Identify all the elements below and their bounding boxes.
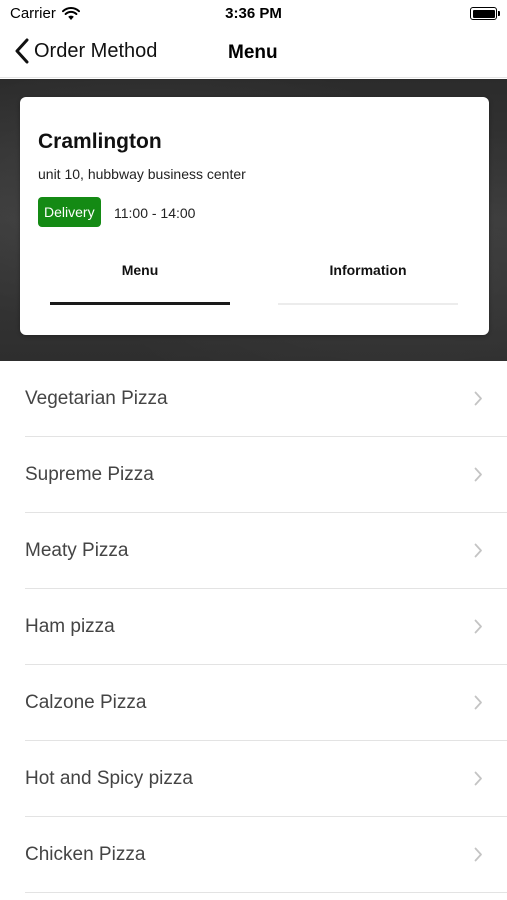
tab-menu[interactable]: Menu: [50, 262, 230, 278]
back-button[interactable]: Order Method: [14, 38, 157, 64]
list-item-hot-and-spicy-pizza[interactable]: Hot and Spicy pizza: [0, 741, 507, 817]
chevron-right-icon: [474, 771, 482, 786]
menu-category-list: Vegetarian Pizza Supreme Pizza Meaty Piz…: [0, 361, 507, 893]
clock: 3:36 PM: [225, 5, 282, 22]
chevron-right-icon: [474, 847, 482, 862]
list-item-supreme-pizza[interactable]: Supreme Pizza: [0, 437, 507, 513]
list-item-meaty-pizza[interactable]: Meaty Pizza: [0, 513, 507, 589]
list-item-label: Vegetarian Pizza: [25, 388, 168, 409]
chevron-right-icon: [474, 619, 482, 634]
tab-information-indicator: [278, 303, 458, 305]
navigation-bar: Order Method Menu: [0, 28, 507, 78]
list-item-vegetarian-pizza[interactable]: Vegetarian Pizza: [0, 361, 507, 437]
status-bar: Carrier 3:36 PM: [0, 0, 507, 28]
chevron-right-icon: [474, 467, 482, 482]
list-item-chicken-pizza[interactable]: Chicken Pizza: [0, 817, 507, 893]
list-item-label: Hot and Spicy pizza: [25, 768, 193, 789]
list-item-label: Meaty Pizza: [25, 540, 129, 561]
opening-hours: 11:00 - 14:00: [114, 205, 196, 221]
list-item-ham-pizza[interactable]: Ham pizza: [0, 589, 507, 665]
page-title: Menu: [228, 42, 278, 63]
store-name: Cramlington: [38, 130, 162, 153]
list-item-label: Calzone Pizza: [25, 692, 147, 713]
delivery-badge: Delivery: [38, 197, 101, 227]
list-item-label: Ham pizza: [25, 616, 115, 637]
chevron-right-icon: [474, 695, 482, 710]
chevron-right-icon: [474, 391, 482, 406]
divider: [25, 892, 507, 893]
list-item-label: Supreme Pizza: [25, 464, 154, 485]
chevron-left-icon: [15, 38, 29, 64]
tab-information[interactable]: Information: [278, 262, 458, 278]
chevron-right-icon: [474, 543, 482, 558]
store-info-card: Cramlington unit 10, hubbway business ce…: [20, 97, 489, 335]
list-item-label: Chicken Pizza: [25, 844, 146, 865]
tab-menu-indicator: [50, 302, 230, 305]
battery-icon: [470, 7, 500, 20]
list-item-calzone-pizza[interactable]: Calzone Pizza: [0, 665, 507, 741]
back-button-label: Order Method: [34, 39, 158, 62]
store-header-banner: Cramlington unit 10, hubbway business ce…: [0, 79, 507, 361]
store-address: unit 10, hubbway business center: [38, 166, 246, 182]
